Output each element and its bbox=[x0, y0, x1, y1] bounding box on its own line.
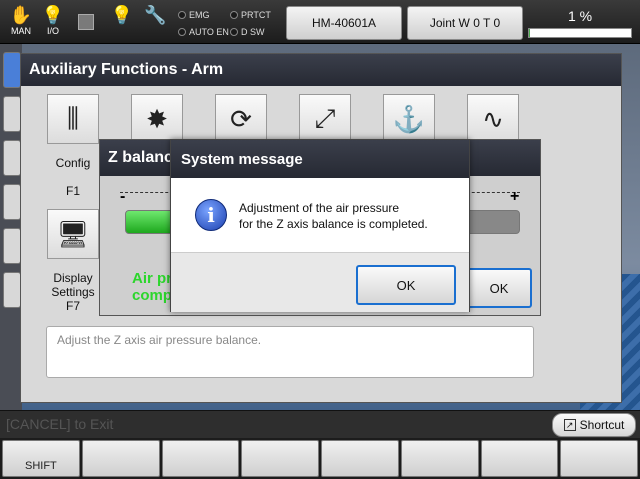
dsw-dot bbox=[230, 28, 238, 36]
function-2[interactable]: ✸ bbox=[129, 94, 185, 144]
fkey-3[interactable] bbox=[161, 440, 240, 477]
fkey-4[interactable] bbox=[241, 440, 319, 477]
auto-en-dot bbox=[178, 28, 186, 36]
prtct-indicator: PRTCT bbox=[230, 10, 271, 20]
function-6[interactable]: ∿ bbox=[465, 94, 521, 144]
info-icon: i bbox=[195, 199, 227, 231]
io-bulb-icon[interactable]: 💡 I/O bbox=[40, 4, 66, 36]
axis-icon[interactable]: ⤢ bbox=[299, 94, 351, 144]
wrench-icon[interactable]: 🔧 bbox=[144, 4, 166, 26]
system-message-text: Adjustment of the air pressure for the Z… bbox=[239, 201, 428, 231]
three-tools-icon[interactable]: ⫼ bbox=[47, 94, 99, 144]
left-tool-6[interactable] bbox=[3, 272, 21, 308]
left-tool-2[interactable] bbox=[3, 96, 21, 132]
scale-plus: + bbox=[510, 188, 520, 205]
dsw-indicator: D SW bbox=[230, 27, 265, 37]
status-bar: ✋ MAN 💡 I/O 💡 🔧 EMG PRTCT AUTO EN D SW HM-… bbox=[0, 0, 640, 44]
z-balance-ok-button[interactable]: OK bbox=[466, 268, 532, 308]
function-config[interactable]: ⫼ Config F1 bbox=[45, 94, 101, 198]
system-message-title: System message bbox=[171, 140, 469, 178]
fkey-8[interactable] bbox=[560, 440, 638, 477]
scale-minus: - bbox=[120, 188, 126, 205]
function-key-bar: SHIFT bbox=[0, 438, 640, 479]
io-label: I/O bbox=[46, 26, 59, 36]
rotate-arm-icon[interactable]: ⟳ bbox=[215, 94, 267, 144]
shortcut-button[interactable]: ↗ Shortcut bbox=[552, 413, 636, 437]
path-icon[interactable]: ∿ bbox=[467, 94, 519, 144]
function-5[interactable]: ⚓ bbox=[381, 94, 437, 144]
fkey-6[interactable] bbox=[400, 440, 479, 477]
guide-text: [CANCEL] to Exit bbox=[6, 416, 114, 432]
auto-en-indicator: AUTO EN bbox=[178, 27, 229, 37]
z-balance-message: Air pr comp bbox=[132, 270, 173, 304]
left-tool-1[interactable] bbox=[3, 52, 21, 88]
left-tool-4[interactable] bbox=[3, 184, 21, 220]
lamp-icon[interactable]: 💡 bbox=[110, 4, 134, 26]
fkey-shift[interactable]: SHIFT bbox=[2, 440, 80, 477]
mode-label: MAN bbox=[11, 26, 31, 36]
monitor-gear-icon[interactable]: 🖥 bbox=[47, 209, 99, 259]
aux-title: Auxiliary Functions - Arm bbox=[21, 54, 621, 86]
left-tool-5[interactable] bbox=[3, 228, 21, 264]
left-tool-3[interactable] bbox=[3, 140, 21, 176]
system-message-footer: OK bbox=[171, 252, 469, 312]
prtct-dot bbox=[230, 11, 238, 19]
fkey-5[interactable] bbox=[321, 440, 399, 477]
burst-icon[interactable]: ✸ bbox=[131, 94, 183, 144]
emg-dot bbox=[178, 11, 186, 19]
left-toolbar bbox=[0, 44, 22, 410]
screen: ✋ MAN 💡 I/O 💡 🔧 EMG PRTCT AUTO EN D SW HM-… bbox=[0, 0, 640, 479]
emg-indicator: EMG bbox=[178, 10, 210, 20]
speed-value: 1 % bbox=[567, 8, 593, 24]
speed-bar[interactable] bbox=[528, 28, 632, 38]
guide-bar: [CANCEL] to Exit ↗ Shortcut bbox=[0, 410, 640, 438]
robot-select-button[interactable]: HM-40601A bbox=[286, 6, 402, 40]
function-display-settings[interactable]: 🖥 Display Settings F7 bbox=[45, 209, 101, 313]
system-message-dialog: System message i Adjustment of the air p… bbox=[170, 139, 470, 312]
speed-fill bbox=[529, 29, 531, 37]
stop-icon[interactable] bbox=[78, 14, 94, 30]
fkey-2[interactable] bbox=[81, 440, 160, 477]
fkey-7[interactable] bbox=[480, 440, 559, 477]
hook-icon[interactable]: ⚓ bbox=[383, 94, 435, 144]
manual-mode-icon[interactable]: ✋ MAN bbox=[6, 4, 36, 36]
aux-description: Adjust the Z axis air pressure balance. bbox=[46, 326, 534, 378]
system-message-ok-button[interactable]: OK bbox=[356, 265, 456, 305]
coordinate-button[interactable]: Joint W 0 T 0 bbox=[407, 6, 523, 40]
shortcut-icon: ↗ bbox=[563, 419, 576, 431]
function-3[interactable]: ⟳ bbox=[213, 94, 269, 144]
function-4[interactable]: ⤢ bbox=[297, 94, 353, 144]
